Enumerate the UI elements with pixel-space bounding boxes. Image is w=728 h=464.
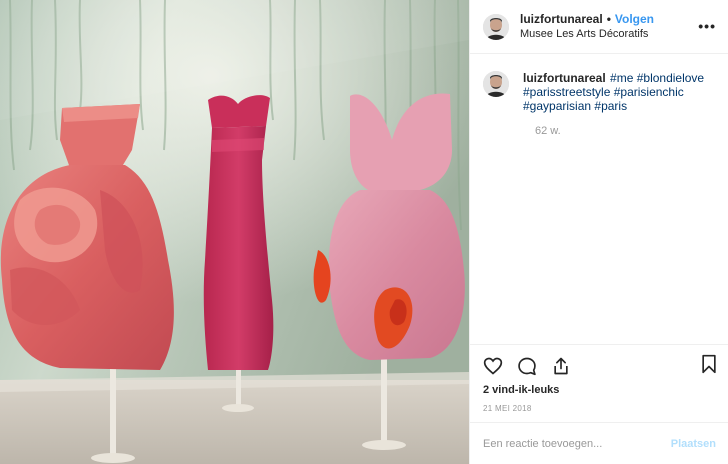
caption-text: luizfortunareal #me #blondielove #pariss…: [523, 71, 704, 113]
red-column-gown: [203, 95, 274, 370]
instagram-post: luizfortunareal • Volgen Musee Les Arts …: [0, 0, 728, 464]
post-comment-button[interactable]: Plaatsen: [671, 438, 716, 450]
post-side-panel: luizfortunareal • Volgen Musee Les Arts …: [469, 0, 728, 464]
action-icons: [483, 354, 718, 378]
caption-username[interactable]: luizfortunareal: [523, 71, 606, 85]
header-meta: luizfortunareal • Volgen Musee Les Arts …: [520, 12, 654, 42]
hashtag-link[interactable]: #paris: [594, 99, 627, 113]
hashtag-link[interactable]: #gayparisian: [523, 99, 591, 113]
user-photo-icon: [483, 13, 509, 40]
hashtag-link[interactable]: #blondielove: [637, 71, 704, 85]
comment-icon[interactable]: [517, 356, 537, 376]
follow-button[interactable]: Volgen: [615, 12, 654, 27]
comment-input[interactable]: [483, 437, 671, 450]
location-link[interactable]: Musee Les Arts Décoratifs: [520, 27, 654, 42]
header-username[interactable]: luizfortunareal: [520, 12, 603, 27]
comments-section: luizfortunareal #me #blondielove #pariss…: [470, 54, 728, 344]
hashtag-link[interactable]: #parisienchic: [614, 85, 684, 99]
ellipsis-icon[interactable]: •••: [698, 18, 716, 34]
likes-count[interactable]: 2 vind-ik-leuks: [483, 384, 718, 396]
caption-avatar[interactable]: [483, 71, 509, 97]
action-bar: 2 vind-ik-leuks 21 MEI 2018: [470, 344, 728, 422]
header-user-line: luizfortunareal • Volgen: [520, 12, 654, 27]
post-date: 21 MEI 2018: [483, 404, 532, 413]
post-photo[interactable]: [0, 0, 469, 464]
share-icon[interactable]: [551, 356, 571, 376]
add-comment-bar: Plaatsen: [470, 422, 728, 464]
caption: luizfortunareal #me #blondielove #pariss…: [483, 71, 715, 113]
dresses-exhibit-image: [0, 0, 469, 464]
hashtag-link[interactable]: #me: [610, 71, 633, 85]
user-photo-icon: [483, 71, 509, 97]
post-header: luizfortunareal • Volgen Musee Les Arts …: [470, 0, 728, 54]
bookmark-icon[interactable]: [700, 354, 718, 374]
heart-icon[interactable]: [483, 356, 503, 376]
avatar[interactable]: [483, 13, 509, 40]
post-age[interactable]: 62 w.: [535, 125, 715, 137]
hashtag-link[interactable]: #parisstreetstyle: [523, 85, 610, 99]
separator-dot: •: [606, 11, 611, 26]
